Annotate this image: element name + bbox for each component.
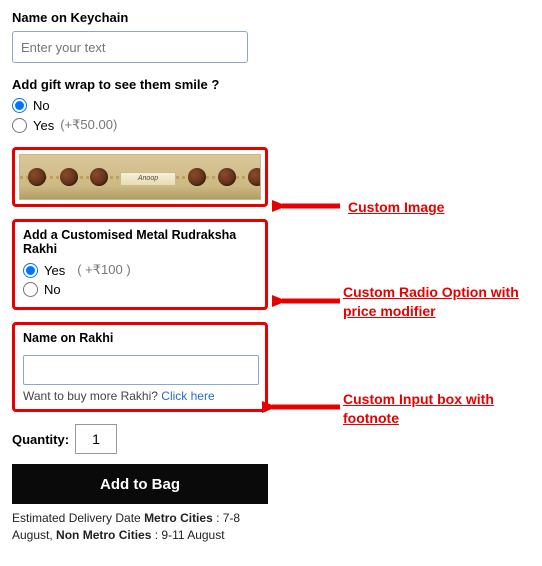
custom-image-box: Anoop [12, 147, 268, 207]
giftwrap-no-radio[interactable] [12, 98, 27, 113]
quantity-label: Quantity: [12, 432, 69, 447]
keychain-input[interactable] [12, 31, 248, 63]
giftwrap-yes-price: (+₹50.00) [60, 117, 117, 133]
custom-rakhi-no-label: No [44, 282, 61, 297]
delivery-nonmetro-dates: 9-11 August [161, 528, 224, 542]
keychain-label: Name on Keychain [12, 10, 268, 25]
custom-rakhi-question: Add a Customised Metal Rudraksha Rakhi [23, 228, 257, 256]
rakhi-footnote-link[interactable]: Click here [161, 389, 214, 403]
delivery-metro-label: Metro Cities [144, 511, 213, 525]
giftwrap-question: Add gift wrap to see them smile ? [12, 77, 268, 92]
giftwrap-yes-option[interactable]: Yes (+₹50.00) [12, 117, 268, 133]
annotation-custom-radio: Custom Radio Option with price modifier [343, 283, 523, 321]
product-image: Anoop [19, 154, 261, 200]
custom-rakhi-no-option[interactable]: No [23, 282, 257, 297]
custom-rakhi-yes-price: ( +₹100 ) [77, 262, 130, 278]
custom-radio-box: Add a Customised Metal Rudraksha Rakhi Y… [12, 219, 268, 310]
arrow-icon [272, 290, 342, 312]
custom-rakhi-yes-label: Yes [44, 263, 65, 278]
giftwrap-no-option[interactable]: No [12, 98, 268, 113]
custom-rakhi-yes-option[interactable]: Yes ( +₹100 ) [23, 262, 257, 278]
rakhi-footnote-text: Want to buy more Rakhi? [23, 389, 158, 403]
delivery-prefix: Estimated Delivery Date [12, 511, 141, 525]
add-to-bag-label: Add to Bag [100, 476, 180, 493]
custom-rakhi-yes-radio[interactable] [23, 263, 38, 278]
giftwrap-yes-radio[interactable] [12, 118, 27, 133]
custom-input-box: Name on Rakhi Want to buy more Rakhi? Cl… [12, 322, 268, 412]
product-plate: Anoop [120, 172, 176, 186]
annotation-custom-image: Custom Image [348, 198, 444, 217]
name-on-rakhi-label: Name on Rakhi [23, 331, 257, 345]
rakhi-footnote: Want to buy more Rakhi? Click here [23, 389, 257, 403]
add-to-bag-button[interactable]: Add to Bag [12, 464, 268, 504]
giftwrap-yes-label: Yes [33, 118, 54, 133]
name-on-rakhi-input[interactable] [23, 355, 259, 385]
delivery-nonmetro-label: Non Metro Cities [56, 528, 151, 542]
delivery-text: Estimated Delivery Date Metro Cities : 7… [12, 510, 268, 545]
giftwrap-no-label: No [33, 98, 50, 113]
custom-rakhi-no-radio[interactable] [23, 282, 38, 297]
arrow-icon [272, 195, 342, 217]
quantity-input[interactable] [75, 424, 117, 454]
annotation-custom-input: Custom Input box with footnote [343, 390, 523, 428]
